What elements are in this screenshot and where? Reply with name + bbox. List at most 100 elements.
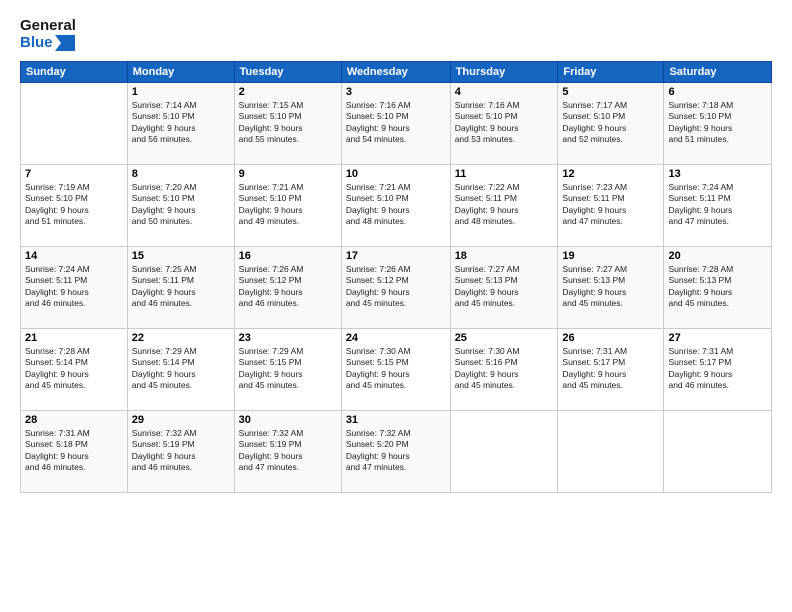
day-number: 7 [25,168,123,180]
day-cell [21,83,128,165]
day-number: 3 [346,86,446,98]
col-header-sunday: Sunday [21,62,128,83]
day-number: 17 [346,250,446,262]
day-info: Sunrise: 7:32 AMSunset: 5:19 PMDaylight:… [239,428,337,474]
day-number: 28 [25,414,123,426]
day-cell: 13Sunrise: 7:24 AMSunset: 5:11 PMDayligh… [664,165,772,247]
day-cell: 12 Sunrise: 7:23 AMSunset: 5:11 PMDayligh… [558,165,664,247]
day-number: 26 [562,332,659,344]
day-info: Sunrise: 7:16 AMSunset: 5:10 PMDaylight:… [455,100,554,146]
day-cell: 8Sunrise: 7:20 AMSunset: 5:10 PMDaylight… [127,165,234,247]
day-cell: 5Sunrise: 7:17 AMSunset: 5:10 PMDaylight… [558,83,664,165]
day-cell: 21 Sunrise: 7:28 AMSunset: 5:14 PMDayligh… [21,329,128,411]
day-info: Sunrise: 7:21 AMSunset: 5:10 PMDaylight:… [239,182,337,228]
day-cell: 29Sunrise: 7:32 AMSunset: 5:19 PMDayligh… [127,411,234,493]
day-number: 10 [346,168,446,180]
logo-general: General [20,18,76,35]
day-number: 2 [239,86,337,98]
day-info: Sunrise: 7:16 AMSunset: 5:10 PMDaylight:… [346,100,446,146]
day-cell: 25 Sunrise: 7:30 AMSunset: 5:16 PMDayligh… [450,329,558,411]
day-number: 20 [668,250,767,262]
day-cell: 28 Sunrise: 7:31 AMSunset: 5:18 PMDayligh… [21,411,128,493]
day-cell: 2 Sunrise: 7:15 AMSunset: 5:10 PMDaylight… [234,83,341,165]
col-header-monday: Monday [127,62,234,83]
day-number: 30 [239,414,337,426]
day-info: Sunrise: 7:21 AMSunset: 5:10 PMDaylight:… [346,182,446,228]
day-info: Sunrise: 7:17 AMSunset: 5:10 PMDaylight:… [562,100,659,146]
day-cell: 23 Sunrise: 7:29 AMSunset: 5:15 PMDayligh… [234,329,341,411]
week-row-2: 7 Sunrise: 7:19 AMSunset: 5:10 PMDaylight… [21,165,772,247]
day-cell: 14 Sunrise: 7:24 AMSunset: 5:11 PMDayligh… [21,247,128,329]
day-cell: 17 Sunrise: 7:26 AMSunset: 5:12 PMDayligh… [341,247,450,329]
day-cell: 22 Sunrise: 7:29 AMSunset: 5:14 PMDayligh… [127,329,234,411]
logo: General Blue [20,18,76,51]
day-info: Sunrise: 7:29 AMSunset: 5:14 PMDaylight:… [132,346,230,392]
day-number: 4 [455,86,554,98]
day-cell: 11 Sunrise: 7:22 AMSunset: 5:11 PMDayligh… [450,165,558,247]
day-cell: 16Sunrise: 7:26 AMSunset: 5:12 PMDayligh… [234,247,341,329]
day-info: Sunrise: 7:27 AMSunset: 5:13 PMDaylight:… [455,264,554,310]
day-info: Sunrise: 7:26 AMSunset: 5:12 PMDaylight:… [239,264,337,310]
logo-svg: General Blue [20,18,76,51]
day-cell: 20 Sunrise: 7:28 AMSunset: 5:13 PMDayligh… [664,247,772,329]
day-info: Sunrise: 7:31 AMSunset: 5:17 PMDaylight:… [668,346,767,392]
day-cell: 7 Sunrise: 7:19 AMSunset: 5:10 PMDaylight… [21,165,128,247]
logo-arrow-icon [55,35,75,51]
day-info: Sunrise: 7:32 AMSunset: 5:19 PMDaylight:… [132,428,230,474]
day-cell: 15Sunrise: 7:25 AMSunset: 5:11 PMDayligh… [127,247,234,329]
day-info: Sunrise: 7:22 AMSunset: 5:11 PMDaylight:… [455,182,554,228]
day-cell [664,411,772,493]
day-number: 25 [455,332,554,344]
day-number: 14 [25,250,123,262]
day-info: Sunrise: 7:14 AMSunset: 5:10 PMDaylight:… [132,100,230,146]
day-info: Sunrise: 7:23 AMSunset: 5:11 PMDaylight:… [562,182,659,228]
day-number: 24 [346,332,446,344]
day-cell [450,411,558,493]
day-cell: 6 Sunrise: 7:18 AMSunset: 5:10 PMDaylight… [664,83,772,165]
day-info: Sunrise: 7:24 AMSunset: 5:11 PMDaylight:… [25,264,123,310]
week-row-3: 14 Sunrise: 7:24 AMSunset: 5:11 PMDayligh… [21,247,772,329]
day-cell: 4 Sunrise: 7:16 AMSunset: 5:10 PMDaylight… [450,83,558,165]
week-row-5: 28 Sunrise: 7:31 AMSunset: 5:18 PMDayligh… [21,411,772,493]
col-header-saturday: Saturday [664,62,772,83]
day-number: 22 [132,332,230,344]
day-cell: 1 Sunrise: 7:14 AMSunset: 5:10 PMDaylight… [127,83,234,165]
day-number: 11 [455,168,554,180]
day-info: Sunrise: 7:18 AMSunset: 5:10 PMDaylight:… [668,100,767,146]
day-info: Sunrise: 7:31 AMSunset: 5:17 PMDaylight:… [562,346,659,392]
page: General Blue SundayMondayTuesdayWednesda… [0,0,792,612]
day-number: 21 [25,332,123,344]
day-number: 27 [668,332,767,344]
week-row-1: 1 Sunrise: 7:14 AMSunset: 5:10 PMDaylight… [21,83,772,165]
logo-blue: Blue [20,35,76,52]
day-number: 8 [132,168,230,180]
header-row: SundayMondayTuesdayWednesdayThursdayFrid… [21,62,772,83]
day-info: Sunrise: 7:30 AMSunset: 5:16 PMDaylight:… [455,346,554,392]
day-number: 13 [668,168,767,180]
day-cell: 9Sunrise: 7:21 AMSunset: 5:10 PMDaylight… [234,165,341,247]
day-cell: 27 Sunrise: 7:31 AMSunset: 5:17 PMDayligh… [664,329,772,411]
day-cell: 26 Sunrise: 7:31 AMSunset: 5:17 PMDayligh… [558,329,664,411]
day-cell: 18 Sunrise: 7:27 AMSunset: 5:13 PMDayligh… [450,247,558,329]
day-number: 18 [455,250,554,262]
day-info: Sunrise: 7:28 AMSunset: 5:14 PMDaylight:… [25,346,123,392]
day-info: Sunrise: 7:19 AMSunset: 5:10 PMDaylight:… [25,182,123,228]
day-number: 19 [562,250,659,262]
day-number: 15 [132,250,230,262]
day-info: Sunrise: 7:15 AMSunset: 5:10 PMDaylight:… [239,100,337,146]
day-number: 1 [132,86,230,98]
day-number: 23 [239,332,337,344]
day-number: 12 [562,168,659,180]
day-info: Sunrise: 7:31 AMSunset: 5:18 PMDaylight:… [25,428,123,474]
day-info: Sunrise: 7:29 AMSunset: 5:15 PMDaylight:… [239,346,337,392]
day-info: Sunrise: 7:27 AMSunset: 5:13 PMDaylight:… [562,264,659,310]
day-info: Sunrise: 7:26 AMSunset: 5:12 PMDaylight:… [346,264,446,310]
day-number: 31 [346,414,446,426]
col-header-thursday: Thursday [450,62,558,83]
day-number: 6 [668,86,767,98]
calendar-table: SundayMondayTuesdayWednesdayThursdayFrid… [20,61,772,493]
day-info: Sunrise: 7:28 AMSunset: 5:13 PMDaylight:… [668,264,767,310]
day-info: Sunrise: 7:32 AMSunset: 5:20 PMDaylight:… [346,428,446,474]
day-cell: 19 Sunrise: 7:27 AMSunset: 5:13 PMDayligh… [558,247,664,329]
header: General Blue [20,18,772,51]
